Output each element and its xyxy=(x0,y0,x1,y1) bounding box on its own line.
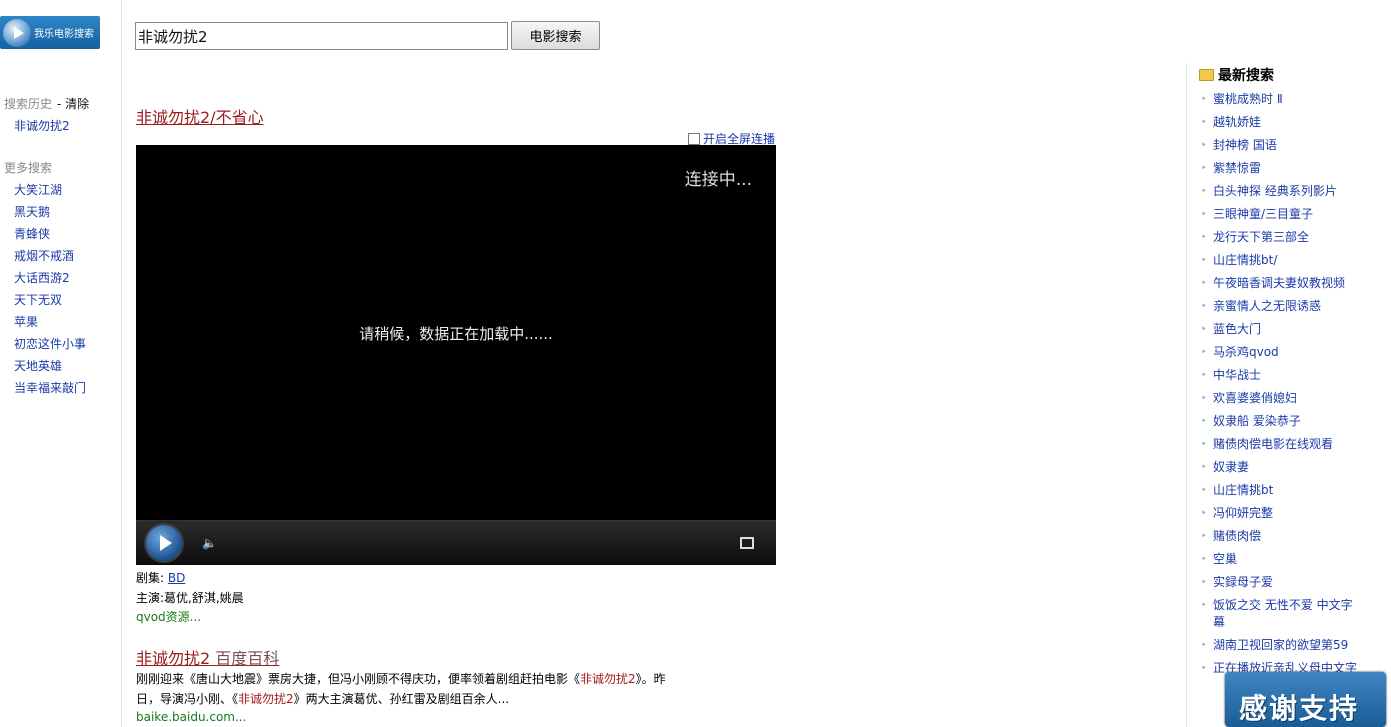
result-snippet-line: 刚刚迎来《唐山大地震》票房大捷，但冯小刚顾不得庆功，便率领着剧组赶拍电影《非诚勿… xyxy=(136,672,666,686)
latest-search-item[interactable]: 越轨娇娃 xyxy=(1199,114,1359,131)
latest-searches-list: 蜜桃成熟时 Ⅱ 越轨娇娃 封神榜 国语 紫禁惊雷 白头神探 经典系列影片 三眼神… xyxy=(1199,91,1359,683)
result-title[interactable]: 非诚勿扰2 百度百科 xyxy=(136,645,279,669)
latest-search-item[interactable]: 湖南卫视回家的欲望第59 xyxy=(1199,637,1359,654)
more-item[interactable]: 天地英雄 xyxy=(14,357,62,374)
latest-search-item[interactable]: 实録母子爱 xyxy=(1199,574,1359,591)
video-player[interactable]: 连接中... 请稍候，数据正在加载中...... 🔈 xyxy=(136,145,776,565)
episode-link[interactable]: BD xyxy=(168,571,185,585)
thanks-label: 感谢支持 xyxy=(1239,692,1360,725)
more-item[interactable]: 青蜂侠 xyxy=(14,225,50,242)
more-item[interactable]: 黑天鹅 xyxy=(14,203,50,220)
episodes-label: 剧集: xyxy=(136,571,165,585)
latest-search-item[interactable]: 冯仰妍完整 xyxy=(1199,505,1359,522)
more-item[interactable]: 当幸福来敲门 xyxy=(14,379,86,396)
latest-search-item[interactable]: 龙行天下第三部全 xyxy=(1199,229,1359,246)
latest-search-item[interactable]: 马杀鸡qvod xyxy=(1199,344,1359,361)
latest-search-item[interactable]: 午夜暗香调夫妻奴教视频 xyxy=(1199,275,1359,292)
more-searches-label: 更多搜索 xyxy=(4,161,53,175)
player-controls: 🔈 xyxy=(136,520,776,565)
latest-search-item[interactable]: 封神榜 国语 xyxy=(1199,137,1359,154)
site-logo[interactable]: 我乐电影搜索 xyxy=(0,16,100,49)
latest-search-item[interactable]: 赌债肉偿电影在线观看 xyxy=(1199,436,1359,453)
fullscreen-icon[interactable] xyxy=(740,537,754,549)
left-sidebar: 我乐电影搜索 搜索历史 - 清除 非诚勿扰2 更多搜索 大笑江湖 黑天鹅 青蜂侠 … xyxy=(0,0,122,727)
more-item[interactable]: 大笑江湖 xyxy=(14,181,62,198)
more-item[interactable]: 戒烟不戒酒 xyxy=(14,247,74,264)
result-snippet-line: 日，导演冯小刚、《非诚勿扰2》两大主演葛优、孙红雷及剧组百余人... xyxy=(136,692,510,706)
latest-search-item[interactable]: 欢喜婆婆俏媳妇 xyxy=(1199,390,1359,407)
episodes-row: 剧集: BD xyxy=(136,569,185,586)
more-item[interactable]: 大话西游2 xyxy=(14,269,70,286)
clear-history-link[interactable]: - 清除 xyxy=(57,97,89,111)
thanks-support-button[interactable]: 感谢支持 xyxy=(1225,672,1386,727)
latest-search-item[interactable]: 空巢 xyxy=(1199,551,1359,568)
source-link[interactable]: qvod资源... xyxy=(136,608,201,625)
volume-icon[interactable]: 🔈 xyxy=(202,536,217,550)
search-input[interactable] xyxy=(135,22,508,50)
latest-search-item[interactable]: 赌债肉偿 xyxy=(1199,528,1359,545)
logo-text: 我乐电影搜索 xyxy=(34,29,94,40)
history-label: 搜索历史 - 清除 xyxy=(4,97,90,111)
cast-row: 主演:葛优,舒淇,姚晨 xyxy=(136,589,244,606)
latest-search-item[interactable]: 奴隶船 爱染恭子 xyxy=(1199,413,1359,430)
connecting-status: 连接中... xyxy=(684,170,752,190)
latest-search-item[interactable]: 三眼神童/三目童子 xyxy=(1199,206,1359,223)
latest-search-item[interactable]: 白头神探 经典系列影片 xyxy=(1199,183,1359,200)
folder-icon xyxy=(1199,69,1214,81)
result-url[interactable]: baike.baidu.com... xyxy=(136,710,246,724)
more-item[interactable]: 天下无双 xyxy=(14,291,62,308)
latest-searches-heading: 最新搜索 xyxy=(1199,65,1274,85)
latest-search-item[interactable]: 中华战士 xyxy=(1199,367,1359,384)
loading-message: 请稍候，数据正在加载中...... xyxy=(359,325,553,343)
cast-value: 葛优,舒淇,姚晨 xyxy=(164,591,244,605)
latest-search-item[interactable]: 山庄情挑bt/ xyxy=(1199,252,1359,269)
result-title[interactable]: 非诚勿扰2/不省心 xyxy=(136,104,264,128)
more-item[interactable]: 初恋这件小事 xyxy=(14,335,86,352)
more-item[interactable]: 苹果 xyxy=(14,313,38,330)
latest-search-item[interactable]: 蜜桃成熟时 Ⅱ xyxy=(1199,91,1359,108)
play-logo-icon xyxy=(3,18,31,47)
latest-search-item[interactable]: 饭饭之交 无性不爱 中文字幕 xyxy=(1199,597,1359,631)
checkbox-icon[interactable] xyxy=(688,132,700,145)
latest-searches-panel: 最新搜索 蜜桃成熟时 Ⅱ 越轨娇娃 封神榜 国语 紫禁惊雷 白头神探 经典系列影… xyxy=(1186,63,1391,727)
latest-search-item[interactable]: 亲蜜情人之无限诱惑 xyxy=(1199,298,1359,315)
history-item[interactable]: 非诚勿扰2 xyxy=(14,117,70,134)
search-button[interactable]: 电影搜索 xyxy=(511,21,600,50)
latest-search-item[interactable]: 紫禁惊雷 xyxy=(1199,160,1359,177)
play-icon[interactable] xyxy=(146,525,182,561)
latest-search-item[interactable]: 蓝色大门 xyxy=(1199,321,1359,338)
cast-label: 主演: xyxy=(136,591,165,605)
latest-search-item[interactable]: 山庄情挑bt xyxy=(1199,482,1359,499)
latest-search-item[interactable]: 奴隶妻 xyxy=(1199,459,1359,476)
